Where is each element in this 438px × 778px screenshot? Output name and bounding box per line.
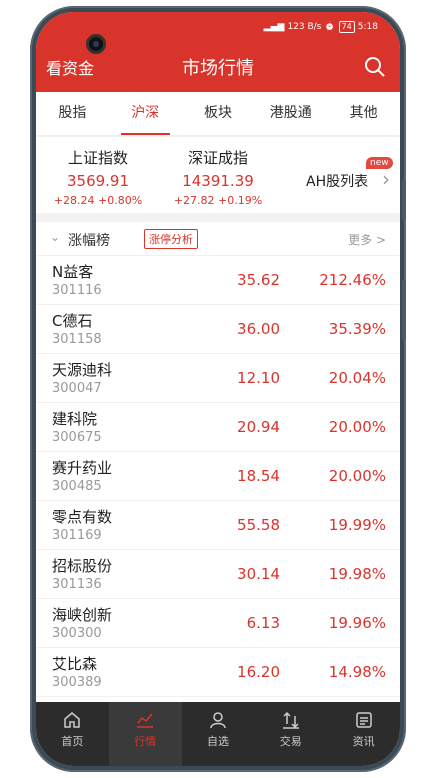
table-row[interactable]: 招标股份 301136 30.14 19.98% xyxy=(36,550,400,599)
market-tabs: 股指 沪深 板块 港股通 其他 xyxy=(36,92,400,136)
stock-change-pct: 212.46% xyxy=(319,271,386,289)
index-change: +28.24 +0.80% xyxy=(53,194,143,207)
stock-name: 赛升药业 xyxy=(52,459,113,477)
alarm-icon: ⏰ xyxy=(324,22,336,32)
stock-code: 300047 xyxy=(52,381,102,396)
index-card-shenzhen[interactable]: 深证成指 14391.39 +27.82 +0.19% xyxy=(158,147,278,207)
more-link[interactable]: 更多 > xyxy=(348,231,386,248)
stock-code: 301116 xyxy=(52,283,102,298)
phone-frame: ▂▄▆ 123 B/s ⏰ 74 5:18 看资金 市场行情 股指 沪深 板块 … xyxy=(0,0,438,778)
table-row[interactable]: 天源迪科 300047 12.10 20.04% xyxy=(36,354,400,403)
table-row[interactable]: C德石 301158 36.00 35.39% xyxy=(36,305,400,354)
tab-other[interactable]: 其他 xyxy=(327,92,400,135)
tab-shanghai-shenzhen[interactable]: 沪深 xyxy=(109,92,182,135)
chart-icon xyxy=(137,713,154,728)
battery-icon: 74 xyxy=(338,21,355,33)
index-value: 3569.91 xyxy=(66,172,130,190)
stock-code: 300485 xyxy=(52,479,102,494)
nav-label: 行情 xyxy=(134,735,157,748)
clock: 5:18 xyxy=(357,22,378,32)
stock-change-pct: 20.00% xyxy=(328,467,386,485)
volume-button xyxy=(402,180,406,220)
nav-watchlist[interactable]: 自选 xyxy=(182,702,255,766)
network-speed: 123 B/s xyxy=(287,22,322,32)
tab-sector[interactable]: 板块 xyxy=(182,92,255,135)
stock-name: C德石 xyxy=(52,312,93,330)
index-card-shanghai[interactable]: 上证指数 3569.91 +28.24 +0.80% xyxy=(38,147,158,207)
stock-change-pct: 35.39% xyxy=(328,320,386,338)
stock-price: 16.20 xyxy=(237,663,280,681)
table-row[interactable]: 赛升药业 300485 18.54 20.00% xyxy=(36,452,400,501)
trade-icon xyxy=(282,711,299,729)
tab-hk-connect[interactable]: 港股通 xyxy=(254,92,327,135)
news-icon xyxy=(355,712,372,728)
stock-code: 301136 xyxy=(52,577,102,592)
table-row[interactable]: 零点有数 301169 55.58 19.99% xyxy=(36,501,400,550)
nav-home[interactable]: 首页 xyxy=(36,702,109,766)
stock-name: N益客 xyxy=(52,263,94,281)
table-row[interactable]: 艾比森 300389 16.20 14.98% xyxy=(36,648,400,697)
nav-market[interactable]: 行情 xyxy=(108,702,182,766)
chevron-right-icon[interactable]: › xyxy=(382,167,390,191)
signal-icon: ▂▄▆ xyxy=(263,22,285,32)
search-icon[interactable] xyxy=(364,56,386,78)
index-name: 深证成指 xyxy=(187,149,248,167)
status-icons: ▂▄▆ 123 B/s ⏰ 74 5:18 xyxy=(264,21,378,33)
list-title[interactable]: 涨幅榜 xyxy=(68,230,110,250)
stock-price: 18.54 xyxy=(237,467,280,485)
table-row[interactable]: N益客 301116 35.62 212.46% xyxy=(36,256,400,305)
stock-code: 301169 xyxy=(52,528,102,543)
camera-icon xyxy=(86,34,106,54)
stock-code: 300389 xyxy=(52,675,102,690)
stock-change-pct: 20.04% xyxy=(328,369,386,387)
person-icon xyxy=(210,712,226,729)
stock-change-pct: 19.96% xyxy=(328,614,386,632)
stock-name: 艾比森 xyxy=(52,655,98,673)
page-title: 市场行情 xyxy=(182,58,254,79)
table-row[interactable]: 建科院 300675 20.94 20.00% xyxy=(36,403,400,452)
top-gainers-list: ⌄ 涨幅榜 涨停分析 更多 > N益客 301116 35.62 212.46%… xyxy=(36,222,400,702)
stock-price: 30.14 xyxy=(237,565,280,583)
nav-label: 资讯 xyxy=(352,735,375,748)
stock-code: 301158 xyxy=(52,332,102,347)
stock-change-pct: 19.99% xyxy=(328,516,386,534)
stock-change-pct: 14.98% xyxy=(328,663,386,681)
nav-label: 首页 xyxy=(61,735,84,748)
stock-code: 300300 xyxy=(52,626,102,641)
table-row[interactable]: 海峡创新 300300 6.13 19.96% xyxy=(36,599,400,648)
stock-change-pct: 19.98% xyxy=(328,565,386,583)
stock-name: 建科院 xyxy=(52,410,98,428)
stock-price: 6.13 xyxy=(246,614,280,632)
stock-name: 天源迪科 xyxy=(52,361,113,379)
index-change: +27.82 +0.19% xyxy=(173,194,263,207)
home-icon xyxy=(64,712,81,728)
nav-trade[interactable]: 交易 xyxy=(254,702,327,766)
index-strip: 上证指数 3569.91 +28.24 +0.80% 深证成指 14391.39… xyxy=(36,137,400,213)
stock-name: 招标股份 xyxy=(52,557,113,575)
nav-label: 自选 xyxy=(206,735,229,748)
stock-price: 36.00 xyxy=(237,320,280,338)
stock-name: 海峡创新 xyxy=(52,606,113,624)
stock-price: 35.62 xyxy=(237,271,280,289)
index-name: 上证指数 xyxy=(67,149,128,167)
index-value: 14391.39 xyxy=(182,172,254,190)
list-header: ⌄ 涨幅榜 涨停分析 更多 > xyxy=(36,222,400,256)
nav-news[interactable]: 资讯 xyxy=(327,702,400,766)
tab-index[interactable]: 股指 xyxy=(36,92,109,135)
stock-price: 20.94 xyxy=(237,418,280,436)
stock-change-pct: 20.00% xyxy=(328,418,386,436)
nav-label: 交易 xyxy=(279,735,302,748)
screen: ▂▄▆ 123 B/s ⏰ 74 5:18 看资金 市场行情 股指 沪深 板块 … xyxy=(36,12,400,766)
chevron-down-icon[interactable]: ⌄ xyxy=(50,230,60,244)
stock-name: 零点有数 xyxy=(52,508,113,526)
stock-price: 12.10 xyxy=(237,369,280,387)
stock-code: 300675 xyxy=(52,430,102,445)
stock-price: 55.58 xyxy=(237,516,280,534)
power-button xyxy=(402,280,406,340)
limit-up-analysis-button[interactable]: 涨停分析 xyxy=(144,229,198,249)
ah-list-link[interactable]: AH股列表 xyxy=(306,171,368,191)
bottom-nav: 首页 行情 自选 交易 资讯 xyxy=(36,702,400,766)
